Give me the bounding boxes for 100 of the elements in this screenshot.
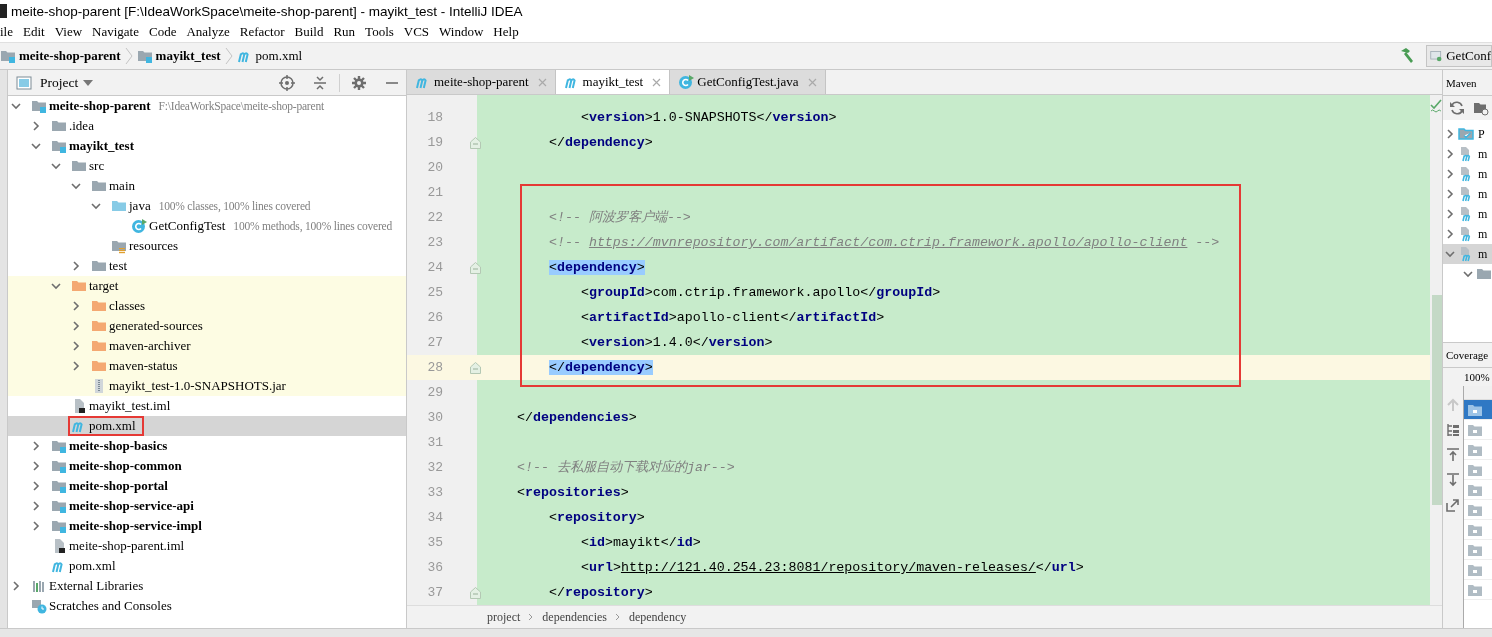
breadcrumb-item[interactable]: mayikt_test bbox=[136, 48, 221, 64]
tree-row[interactable]: meite-shop-parent F:\IdeaWorkSpace\meite-shop-parent bbox=[8, 96, 406, 116]
tree-row[interactable]: pom.xml bbox=[8, 556, 406, 576]
chevron-icon[interactable] bbox=[11, 101, 21, 111]
tree-row[interactable]: mayikt_test-1.0-SNAPSHOTS.jar bbox=[8, 376, 406, 396]
tree-row[interactable]: java 100% classes, 100% lines covered bbox=[8, 196, 406, 216]
tree-row[interactable]: meite-shop-portal bbox=[8, 476, 406, 496]
chevron-icon[interactable] bbox=[11, 581, 21, 591]
tree-row[interactable]: main bbox=[8, 176, 406, 196]
tree-row[interactable]: maven-archiver bbox=[8, 336, 406, 356]
breadcrumb-item[interactable]: dependencies bbox=[542, 609, 607, 625]
chevron-icon[interactable] bbox=[71, 321, 81, 331]
chevron-icon[interactable] bbox=[1445, 149, 1455, 159]
tree-row[interactable]: meite-shop-basics bbox=[8, 436, 406, 456]
chevron-icon[interactable] bbox=[31, 521, 41, 531]
tree-row[interactable]: mayikt_test.iml bbox=[8, 396, 406, 416]
chevron-icon[interactable] bbox=[31, 501, 41, 511]
menu-item[interactable]: Build bbox=[294, 24, 324, 40]
tree-row[interactable]: pom.xml bbox=[8, 416, 406, 436]
export-icon[interactable] bbox=[1446, 473, 1460, 487]
tree-row[interactable]: External Libraries bbox=[8, 576, 406, 596]
tree-view-icon[interactable] bbox=[1446, 423, 1460, 437]
menu-item[interactable]: Help bbox=[493, 24, 519, 40]
tree-row[interactable]: generated-sources bbox=[8, 316, 406, 336]
external-link-icon[interactable] bbox=[1446, 498, 1460, 512]
panel-title[interactable]: Project bbox=[40, 74, 79, 91]
refresh-icon[interactable] bbox=[1449, 100, 1465, 116]
menu-item[interactable]: Tools bbox=[365, 24, 394, 40]
locate-icon[interactable] bbox=[279, 74, 295, 91]
menu-item[interactable]: Refactor bbox=[239, 24, 285, 40]
chevron-icon[interactable] bbox=[31, 141, 41, 151]
tree-row[interactable]: classes bbox=[8, 296, 406, 316]
editor-tab[interactable]: GetConfigTest.java bbox=[670, 70, 826, 94]
chevron-icon[interactable] bbox=[71, 341, 81, 351]
breadcrumb-item[interactable]: pom.xml bbox=[236, 48, 303, 64]
menu-item[interactable]: Run bbox=[333, 24, 356, 40]
chevron-icon[interactable] bbox=[71, 261, 81, 271]
tree-row[interactable]: meite-shop-common bbox=[8, 456, 406, 476]
tree-row[interactable]: m bbox=[1443, 144, 1492, 164]
tree-row[interactable]: meite-shop-service-api bbox=[8, 496, 406, 516]
tree-row[interactable]: m bbox=[1443, 184, 1492, 204]
settings-icon[interactable] bbox=[351, 74, 367, 91]
menu-item[interactable]: Navigate bbox=[92, 24, 139, 40]
chevron-icon[interactable] bbox=[1445, 169, 1455, 179]
chevron-icon[interactable] bbox=[1445, 189, 1455, 199]
panel-title[interactable]: Coverage bbox=[1446, 349, 1489, 361]
chevron-icon[interactable] bbox=[91, 201, 101, 211]
collapse-all-icon[interactable] bbox=[312, 74, 328, 91]
tree-row[interactable]: m bbox=[1443, 224, 1492, 244]
chevron-icon[interactable] bbox=[51, 281, 61, 291]
menu-item[interactable]: ile bbox=[0, 24, 13, 40]
tree-row[interactable]: resources bbox=[8, 236, 406, 256]
tree-row[interactable]: GetConfigTest 100% methods, 100% lines covered bbox=[8, 216, 406, 236]
table-row[interactable] bbox=[1464, 400, 1492, 420]
menu-item[interactable]: Code bbox=[149, 24, 177, 40]
chevron-icon[interactable] bbox=[1445, 209, 1455, 219]
dropdown-caret-icon[interactable] bbox=[83, 79, 94, 86]
tree-row[interactable]: m bbox=[1443, 244, 1492, 264]
menu-item[interactable]: Edit bbox=[23, 24, 45, 40]
folder-refresh-icon[interactable] bbox=[1473, 100, 1489, 116]
menu-item[interactable]: Window bbox=[439, 24, 484, 40]
tree-row[interactable]: test bbox=[8, 256, 406, 276]
import-icon[interactable] bbox=[1446, 448, 1460, 462]
breadcrumb-item[interactable]: dependency bbox=[628, 609, 687, 625]
tree-row[interactable]: Scratches and Consoles bbox=[8, 596, 406, 616]
breadcrumb-item[interactable]: project bbox=[487, 609, 521, 625]
menu-item[interactable]: View bbox=[54, 24, 83, 40]
panel-title[interactable]: Maven bbox=[1446, 76, 1477, 89]
menu-item[interactable]: Analyze bbox=[186, 24, 230, 40]
chevron-icon[interactable] bbox=[1445, 249, 1455, 259]
breadcrumb-item[interactable]: meite-shop-parent bbox=[0, 48, 121, 64]
chevron-icon[interactable] bbox=[51, 161, 61, 171]
fold-marker-icon[interactable] bbox=[470, 136, 481, 149]
chevron-icon[interactable] bbox=[71, 301, 81, 311]
chevron-icon[interactable] bbox=[31, 441, 41, 451]
close-icon[interactable] bbox=[652, 77, 662, 87]
chevron-icon[interactable] bbox=[31, 461, 41, 471]
tree-row[interactable]: maven-status bbox=[8, 356, 406, 376]
tree-row[interactable]: m bbox=[1443, 204, 1492, 224]
fold-marker-icon[interactable] bbox=[470, 586, 481, 599]
scrollbar-thumb[interactable] bbox=[1432, 295, 1442, 505]
menu-item[interactable]: VCS bbox=[403, 24, 430, 40]
editor-tab[interactable]: meite-shop-parent bbox=[407, 70, 556, 94]
chevron-icon[interactable] bbox=[71, 181, 81, 191]
chevron-icon[interactable] bbox=[1463, 269, 1473, 279]
tree-row[interactable]: target bbox=[8, 276, 406, 296]
run-configuration-button[interactable]: GetConf bbox=[1426, 45, 1492, 67]
fold-marker-icon[interactable] bbox=[470, 361, 481, 374]
chevron-icon[interactable] bbox=[31, 121, 41, 131]
tree-row[interactable]: meite-shop-parent.iml bbox=[8, 536, 406, 556]
chevron-icon[interactable] bbox=[1445, 129, 1455, 139]
chevron-icon[interactable] bbox=[1445, 229, 1455, 239]
tree-row[interactable]: P bbox=[1443, 124, 1492, 144]
chevron-icon[interactable] bbox=[31, 481, 41, 491]
fold-marker-icon[interactable] bbox=[470, 261, 481, 274]
tree-row[interactable]: m bbox=[1443, 164, 1492, 184]
chevron-icon[interactable] bbox=[71, 361, 81, 371]
tree-row[interactable]: .idea bbox=[8, 116, 406, 136]
editor-tab[interactable]: mayikt_test bbox=[555, 70, 671, 94]
tree-row[interactable]: meite-shop-service-impl bbox=[8, 516, 406, 536]
